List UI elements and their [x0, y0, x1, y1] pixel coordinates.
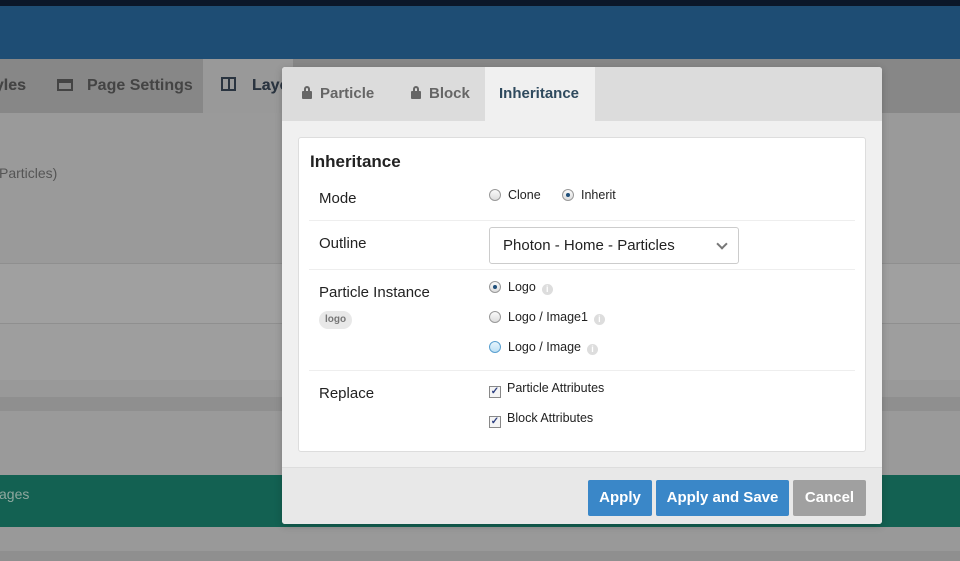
chevron-down-icon [716, 238, 728, 250]
apply-button[interactable]: Apply [588, 480, 652, 516]
mode-clone-radio[interactable]: Clone [489, 188, 541, 202]
tab-page-settings[interactable]: Page Settings [57, 59, 193, 113]
particle-badge: logo [319, 311, 353, 329]
mode-label: Mode [319, 190, 357, 207]
info-icon[interactable]: i [593, 314, 605, 325]
cancel-button[interactable]: Cancel [793, 480, 866, 516]
app-header [0, 6, 960, 59]
instance-logo-image-radio[interactable]: Logo / Image i [489, 340, 598, 355]
instance-logo-image1-radio[interactable]: Logo / Image1 i [489, 310, 605, 325]
background-green-text: ages [0, 486, 30, 502]
replace-label: Replace [319, 385, 375, 402]
modal-footer: Apply Apply and Save Cancel [282, 467, 882, 524]
page-settings-icon [57, 79, 73, 91]
info-icon[interactable]: i [541, 284, 553, 295]
lock-icon [302, 86, 312, 99]
apply-and-save-button[interactable]: Apply and Save [656, 480, 789, 516]
particle-attributes-checkbox[interactable]: ✓ Particle Attributes [489, 381, 604, 398]
mode-inherit-radio[interactable]: Inherit [562, 188, 616, 202]
tab-particle[interactable]: Particle [288, 67, 388, 121]
outline-label: Outline [319, 235, 367, 252]
layout-columns-icon [221, 77, 236, 91]
inheritance-modal: Particle Block Inheritance Inheritance M… [282, 67, 882, 524]
lock-icon [411, 86, 421, 99]
particle-instance-label: Particle Instance [319, 284, 430, 301]
background-outline-text: Particles) [0, 165, 58, 181]
outline-select[interactable]: Photon - Home - Particles [489, 227, 739, 264]
tab-block[interactable]: Block [397, 67, 484, 121]
tab-styles-visible: yles [0, 77, 26, 94]
inheritance-panel: Inheritance Mode Clone Inherit Outline P… [298, 137, 866, 452]
tab-inheritance[interactable]: Inheritance [485, 67, 595, 121]
instance-logo-radio[interactable]: Logo i [489, 280, 553, 295]
panel-title: Inheritance [310, 152, 401, 171]
block-attributes-checkbox[interactable]: ✓ Block Attributes [489, 411, 593, 428]
info-icon[interactable]: i [586, 344, 598, 355]
